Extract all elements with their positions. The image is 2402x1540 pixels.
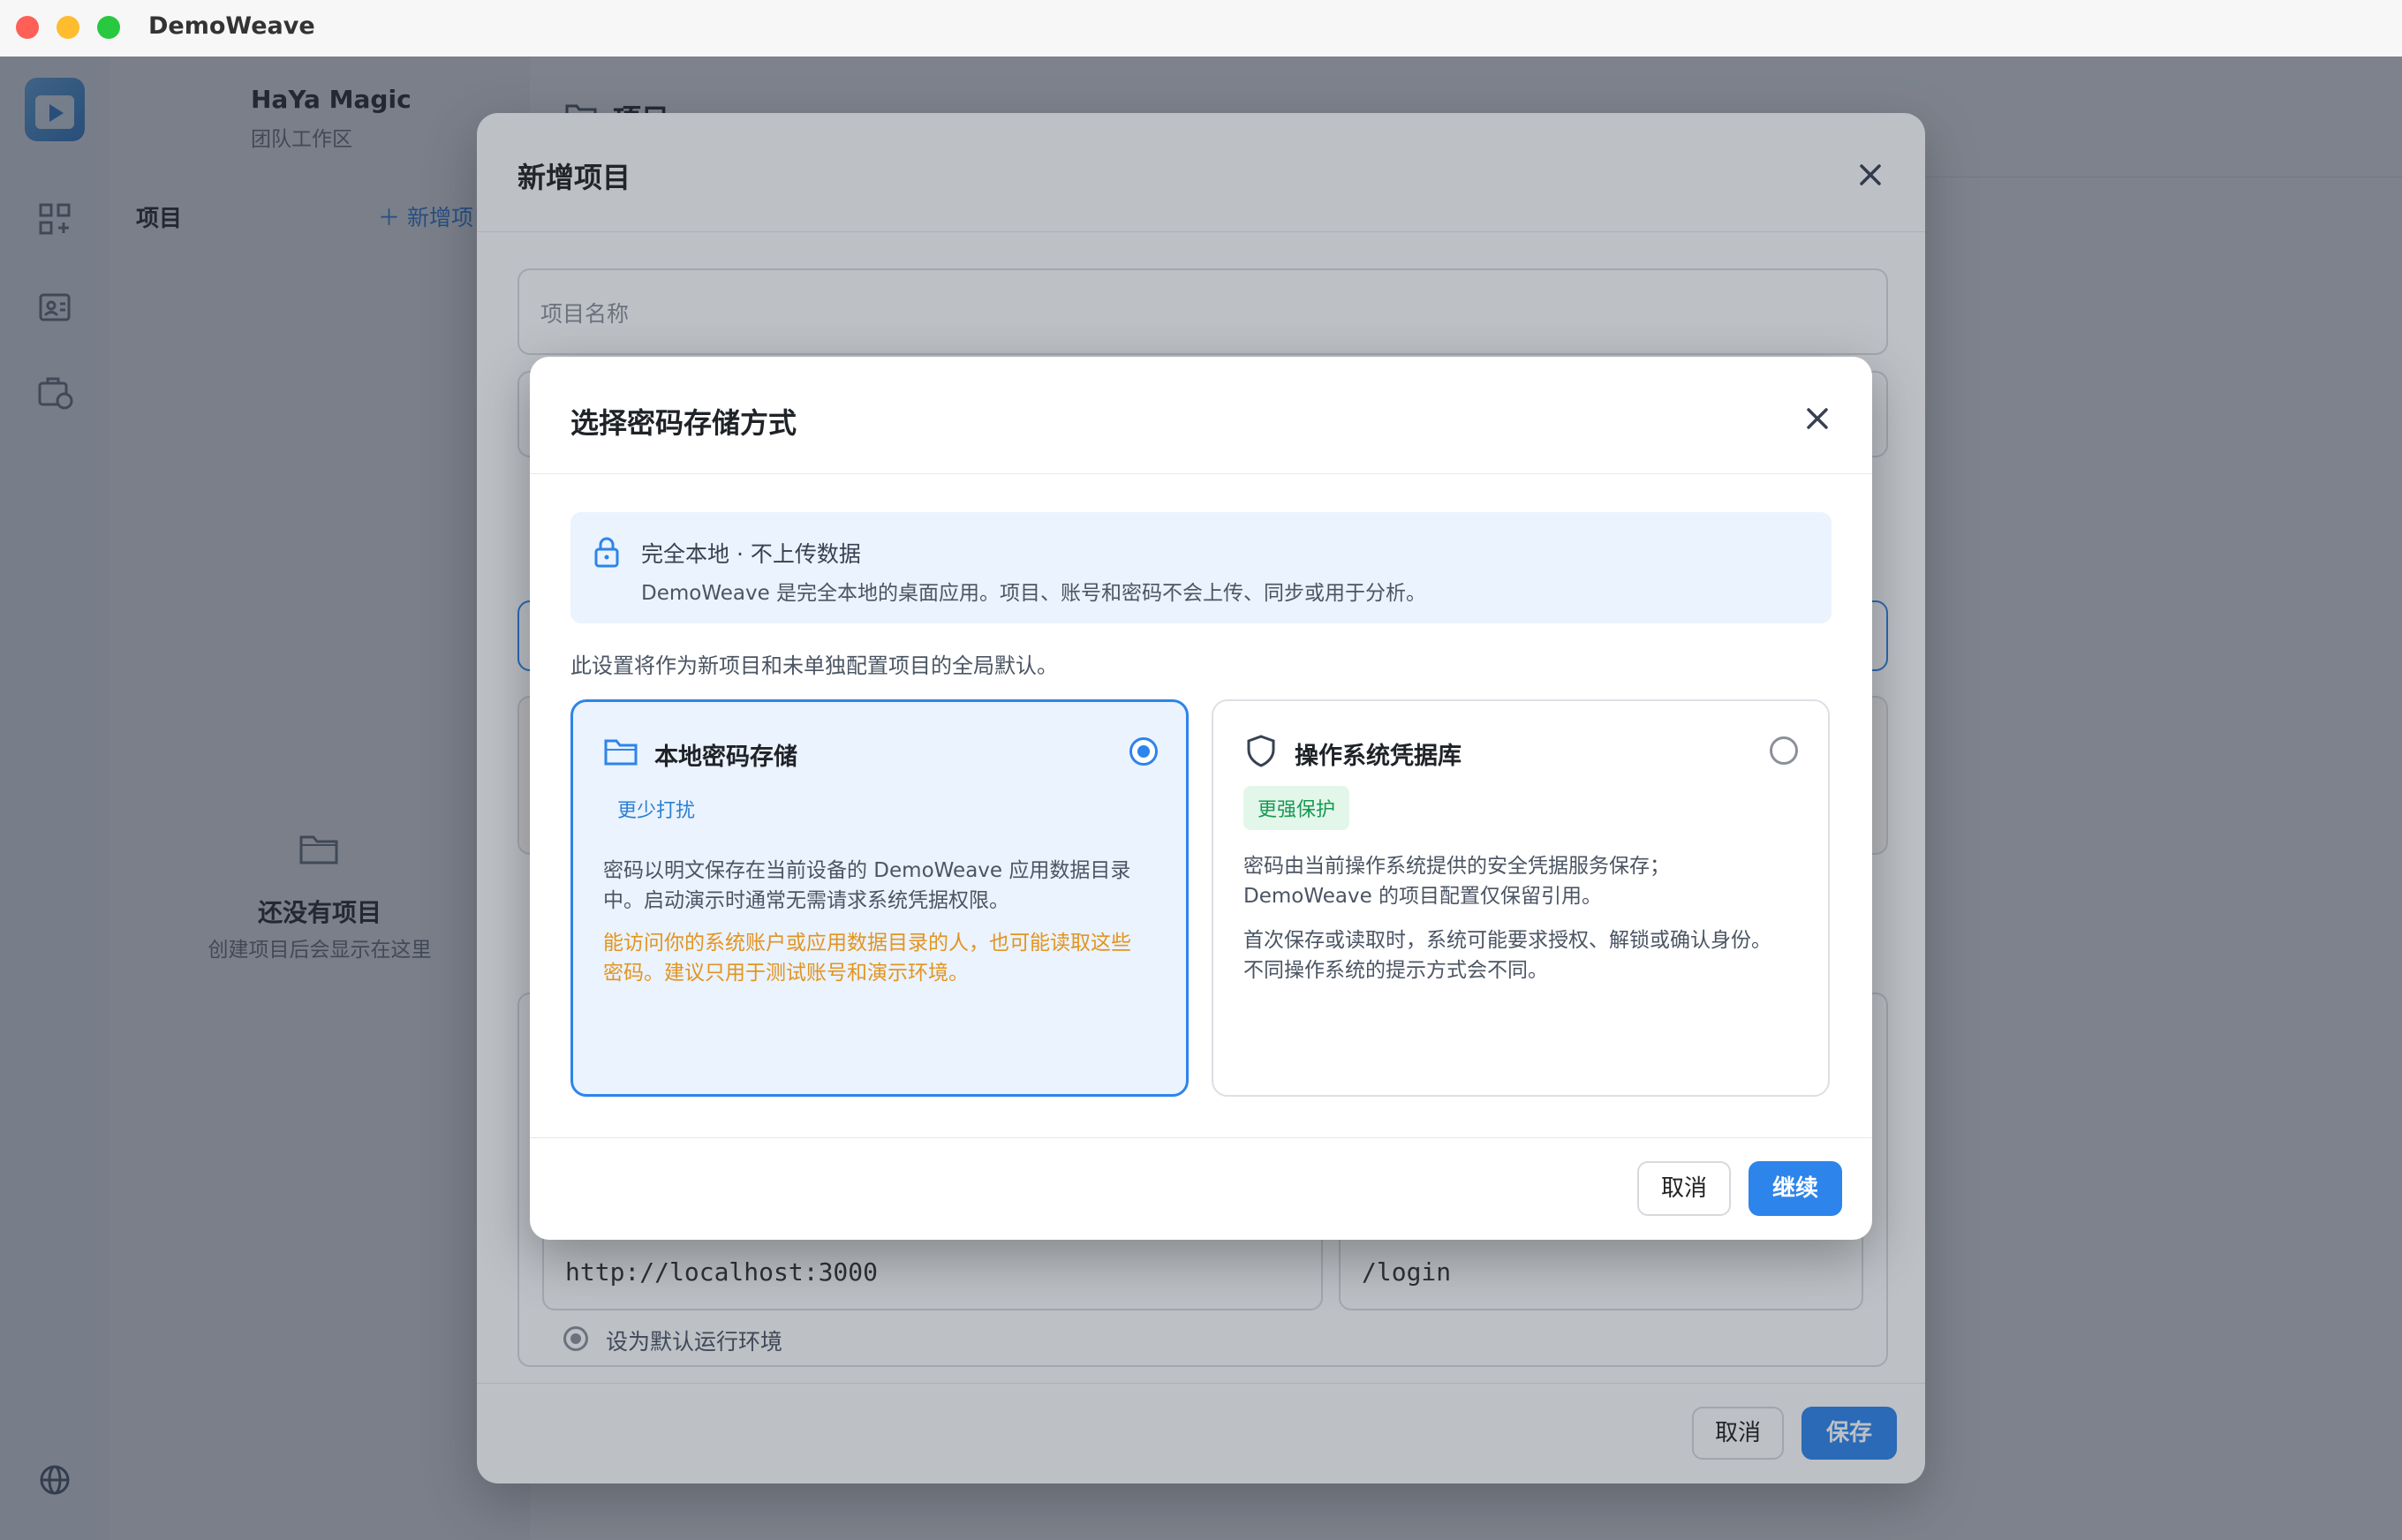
os-credential-radio[interactable] [1770, 736, 1798, 765]
os-credential-desc-line1: 密码由当前操作系统提供的安全凭据服务保存； [1243, 855, 1670, 878]
storage-dialog-footer: 取消 继续 [530, 1137, 1872, 1240]
shield-icon [1247, 735, 1275, 767]
minimize-window-button[interactable] [57, 16, 79, 39]
local-storage-title: 本地密码存储 [654, 744, 797, 771]
close-window-button[interactable] [16, 16, 39, 39]
local-storage-description: 密码以明文保存在当前设备的 DemoWeave 应用数据目录 中。启动演示时通常… [603, 856, 1168, 916]
lock-icon [594, 537, 619, 568]
password-storage-dialog: 选择密码存储方式 完全本地 · 不上传数据 DemoWeave 是完全本地的桌面… [530, 357, 1872, 1240]
window-title: DemoWeave [148, 12, 315, 40]
local-only-banner: 完全本地 · 不上传数据 DemoWeave 是完全本地的桌面应用。项目、账号和… [570, 512, 1832, 623]
os-credential-desc-line2: DemoWeave 的项目配置仅保留引用。 [1243, 885, 1603, 908]
os-credential-description: 密码由当前操作系统提供的安全凭据服务保存； DemoWeave 的项目配置仅保留… [1243, 851, 1809, 911]
continue-button[interactable]: 继续 [1749, 1161, 1842, 1216]
banner-title: 完全本地 · 不上传数据 [641, 541, 861, 567]
local-storage-desc-line2: 中。启动演示时通常无需请求系统凭据权限。 [603, 889, 1009, 912]
global-default-note: 此设置将作为新项目和未单独配置项目的全局默认。 [570, 653, 1058, 678]
os-credential-option[interactable]: 操作系统凭据库 更强保护 密码由当前操作系统提供的安全凭据服务保存； DemoW… [1212, 699, 1830, 1097]
storage-dialog-header: 选择密码存储方式 [530, 357, 1872, 474]
folder-icon [604, 739, 638, 766]
local-storage-desc-line1: 密码以明文保存在当前设备的 DemoWeave 应用数据目录 [603, 859, 1131, 882]
local-storage-option[interactable]: 本地密码存储 更少打扰 密码以明文保存在当前设备的 DemoWeave 应用数据… [570, 699, 1189, 1097]
stronger-protection-tag: 更强保护 [1243, 786, 1350, 830]
cancel-button[interactable]: 取消 [1637, 1161, 1731, 1216]
zoom-window-button[interactable] [97, 16, 120, 39]
os-credential-title: 操作系统凭据库 [1295, 743, 1462, 770]
title-bar [0, 0, 2402, 57]
local-storage-warn-line1: 能访问你的系统账户或应用数据目录的人，也可能读取这些 [603, 932, 1131, 955]
less-interruption-tag: 更少打扰 [617, 800, 696, 822]
close-icon[interactable] [1802, 403, 1833, 434]
banner-description: DemoWeave 是完全本地的桌面应用。项目、账号和密码不会上传、同步或用于分… [641, 582, 1427, 605]
local-storage-radio[interactable] [1129, 737, 1158, 766]
storage-dialog-title: 选择密码存储方式 [570, 406, 797, 440]
os-credential-note-line2: 不同操作系统的提示方式会不同。 [1243, 959, 1548, 982]
local-storage-warn-line2: 密码。建议只用于测试账号和演示环境。 [603, 962, 969, 985]
local-storage-warning: 能访问你的系统账户或应用数据目录的人，也可能读取这些 密码。建议只用于测试账号和… [603, 928, 1168, 988]
os-credential-note: 首次保存或读取时，系统可能要求授权、解锁或确认身份。 不同操作系统的提示方式会不… [1243, 925, 1809, 985]
os-credential-note-line1: 首次保存或读取时，系统可能要求授权、解锁或确认身份。 [1243, 929, 1771, 952]
